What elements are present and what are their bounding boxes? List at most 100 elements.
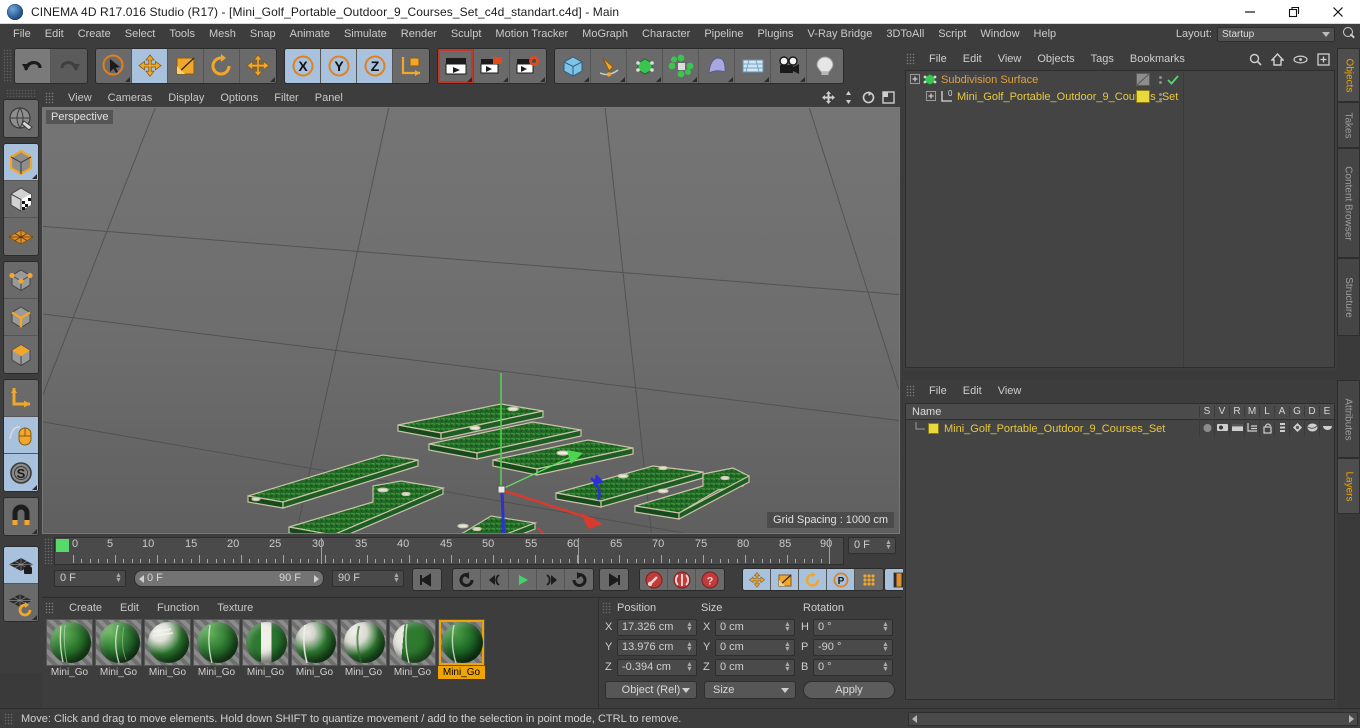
- pos-x-field[interactable]: 17.326 cm ▲ ▼: [617, 618, 697, 636]
- layer-color-swatch[interactable]: [928, 423, 939, 434]
- menu-pipeline[interactable]: Pipeline: [697, 24, 750, 44]
- rotate-view-icon[interactable]: [862, 91, 875, 104]
- timeline-grip[interactable]: [44, 538, 53, 564]
- play-forwards-loop-button[interactable]: [565, 569, 593, 590]
- size-z-field[interactable]: 0 cm ▲ ▼: [715, 658, 795, 676]
- left-toolbar-grip[interactable]: [6, 89, 36, 97]
- render-region-button[interactable]: [474, 49, 510, 83]
- add-environment-button[interactable]: [735, 49, 771, 83]
- menu-render[interactable]: Render: [394, 24, 444, 44]
- play-button[interactable]: [509, 569, 537, 590]
- position-key-button[interactable]: [743, 569, 771, 590]
- menu-tools[interactable]: Tools: [162, 24, 202, 44]
- menu-motion-tracker[interactable]: Motion Tracker: [488, 24, 575, 44]
- material-item[interactable]: Mini_Go: [242, 619, 289, 679]
- material-menu-create[interactable]: Create: [60, 602, 111, 614]
- viewport-menu-display[interactable]: Display: [160, 92, 212, 104]
- material-item[interactable]: Mini_Go: [144, 619, 191, 679]
- texture-mode-button[interactable]: [4, 181, 38, 218]
- x-axis-button[interactable]: X: [285, 49, 321, 83]
- material-swatch[interactable]: [193, 619, 240, 666]
- object-tree[interactable]: Subdivision Surface 0 Mini_Golf_Portable…: [905, 70, 1335, 368]
- apply-button[interactable]: Apply: [803, 680, 895, 699]
- material-item-selected[interactable]: Mini_Go: [438, 619, 485, 679]
- menu-create[interactable]: Create: [71, 24, 118, 44]
- material-swatch[interactable]: [291, 619, 338, 666]
- layout-select[interactable]: Startup: [1217, 26, 1335, 42]
- om-menu-view[interactable]: View: [990, 53, 1030, 65]
- rot-p-field[interactable]: -90 ° ▲ ▼: [813, 638, 893, 656]
- render-view-button[interactable]: [438, 49, 474, 83]
- material-swatch[interactable]: [242, 619, 289, 666]
- live-selection-button[interactable]: [96, 49, 132, 83]
- scroll-left-arrow-icon[interactable]: [912, 715, 917, 723]
- am-menu-view[interactable]: View: [990, 385, 1030, 397]
- keyframe-selection-button[interactable]: ?: [696, 569, 724, 590]
- om-menu-edit[interactable]: Edit: [955, 53, 990, 65]
- move-alt-button[interactable]: [240, 49, 276, 83]
- add-array-button[interactable]: [663, 49, 699, 83]
- toolbar-grip[interactable]: [3, 49, 12, 83]
- am-menu-edit[interactable]: Edit: [955, 385, 990, 397]
- timeline-ruler[interactable]: 0 5 10 15 20 25 30 35 40 45 50 55 60 65 …: [54, 537, 844, 565]
- add-camera-button[interactable]: [771, 49, 807, 83]
- layer-manager-grip[interactable]: [906, 385, 915, 397]
- z-axis-button[interactable]: Z: [357, 49, 393, 83]
- viewport-menu-panel[interactable]: Panel: [307, 92, 351, 104]
- material-swatch[interactable]: [95, 619, 142, 666]
- add-cube-button[interactable]: [555, 49, 591, 83]
- object-manager-grip[interactable]: [906, 53, 915, 65]
- spinner-icon[interactable]: ▲ ▼: [686, 661, 693, 673]
- solo-dot-icon[interactable]: [1199, 420, 1214, 437]
- undo-button[interactable]: [15, 49, 51, 83]
- rot-h-field[interactable]: 0 ° ▲ ▼: [813, 618, 893, 636]
- add-spline-button[interactable]: [591, 49, 627, 83]
- render-settings-button[interactable]: [510, 49, 546, 83]
- material-grip[interactable]: [45, 602, 54, 614]
- current-frame-marker[interactable]: [56, 539, 69, 552]
- material-menu-texture[interactable]: Texture: [208, 602, 262, 614]
- material-item[interactable]: Mini_Go: [340, 619, 387, 679]
- axis-modify-button[interactable]: [4, 380, 38, 417]
- spinner-icon[interactable]: ▲ ▼: [784, 661, 791, 673]
- play-backwards-loop-button[interactable]: [453, 569, 481, 590]
- point-level-animation-button[interactable]: [855, 569, 883, 590]
- world-object-axis-button[interactable]: [393, 49, 429, 83]
- generator-icon[interactable]: [1289, 420, 1304, 437]
- add-light-button[interactable]: [807, 49, 843, 83]
- rot-b-field[interactable]: 0 ° ▲ ▼: [813, 658, 893, 676]
- previous-frame-button[interactable]: [481, 569, 509, 590]
- viewport-menu-view[interactable]: View: [60, 92, 100, 104]
- size-mode-dropdown[interactable]: Size: [704, 680, 796, 699]
- material-item[interactable]: Mini_Go: [291, 619, 338, 679]
- points-mode-button[interactable]: [4, 262, 38, 299]
- object-row-mini-golf[interactable]: 0 Mini_Golf_Portable_Outdoor_9_Courses_S…: [906, 88, 1334, 105]
- om-menu-file[interactable]: File: [921, 53, 955, 65]
- viewport-menu-cameras[interactable]: Cameras: [100, 92, 161, 104]
- object-mode-dropdown[interactable]: Object (Rel): [605, 680, 697, 699]
- om-menu-bookmarks[interactable]: Bookmarks: [1122, 53, 1193, 65]
- menu-mograph[interactable]: MoGraph: [575, 24, 635, 44]
- scale-tool-button[interactable]: [168, 49, 204, 83]
- tab-content-browser[interactable]: Content Browser: [1337, 148, 1360, 258]
- search-icon[interactable]: [1342, 27, 1356, 41]
- rotate-tool-button[interactable]: [204, 49, 240, 83]
- edges-mode-button[interactable]: [4, 299, 38, 336]
- deformer-icon[interactable]: [1304, 420, 1319, 437]
- viewport-menu-filter[interactable]: Filter: [266, 92, 306, 104]
- material-swatch[interactable]: [144, 619, 191, 666]
- menu-script[interactable]: Script: [931, 24, 973, 44]
- menu-edit[interactable]: Edit: [38, 24, 71, 44]
- material-swatch[interactable]: [389, 619, 436, 666]
- magnet-button[interactable]: [4, 498, 38, 535]
- layer-list[interactable]: Mini_Golf_Portable_Outdoor_9_Courses_Set: [905, 420, 1335, 700]
- pos-z-field[interactable]: -0.394 cm ▲ ▼: [617, 658, 697, 676]
- workplane-rotate-button[interactable]: [4, 584, 38, 621]
- maximize-viewport-icon[interactable]: [882, 91, 895, 104]
- go-to-end-button[interactable]: [600, 569, 628, 590]
- zoom-view-icon[interactable]: [842, 91, 855, 104]
- pos-y-field[interactable]: 13.976 cm ▲ ▼: [617, 638, 697, 656]
- spinner-icon[interactable]: ▲ ▼: [686, 621, 693, 633]
- spinner-icon[interactable]: ▲ ▼: [882, 661, 889, 673]
- make-editable-button[interactable]: [4, 100, 38, 137]
